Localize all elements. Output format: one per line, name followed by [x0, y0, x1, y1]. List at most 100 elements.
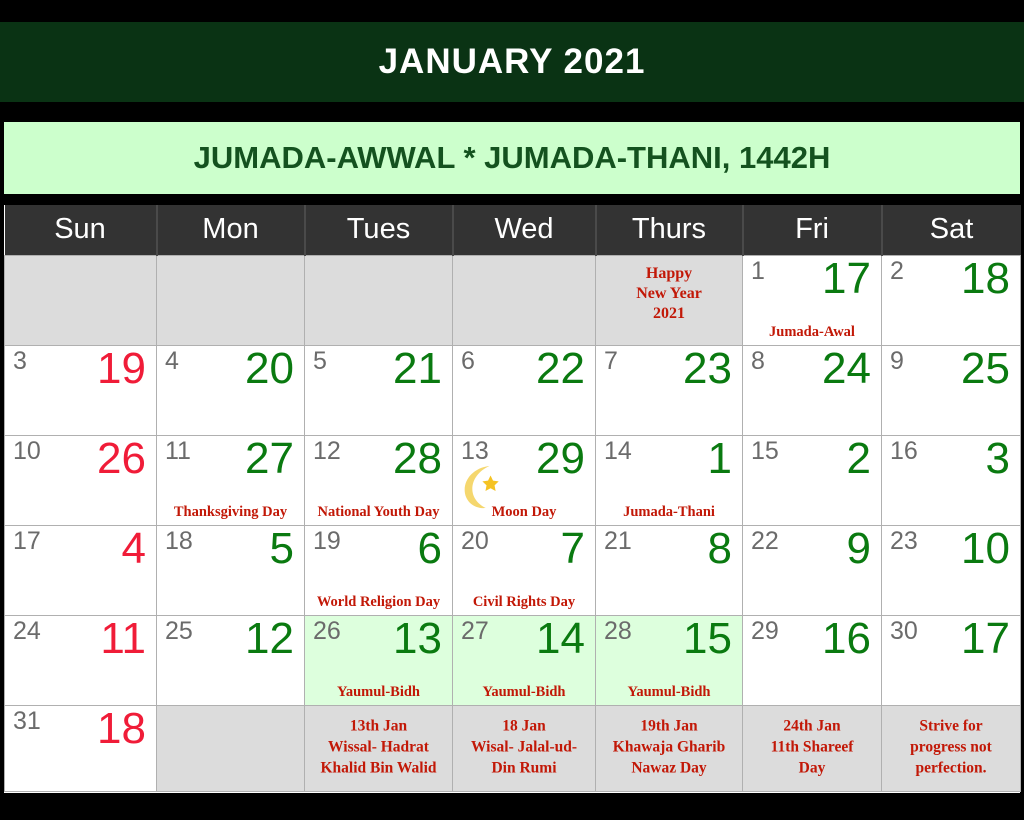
day-cell[interactable]: 22 9: [742, 523, 882, 616]
empty-day-cell[interactable]: [452, 254, 596, 346]
hijri-date: 1: [707, 433, 732, 483]
day-cell[interactable]: 26 13 Yaumul-Bidh: [304, 613, 453, 706]
hijri-date: 4: [121, 523, 146, 573]
gregorian-date: 19: [313, 526, 341, 555]
hijri-date: 16: [822, 613, 871, 663]
hijri-date: 9: [846, 523, 871, 573]
hijri-date: 8: [707, 523, 732, 573]
day-cell[interactable]: 15 2: [742, 434, 882, 526]
month-banner: JANUARY 2021: [0, 22, 1024, 102]
hijri-date: 17: [961, 613, 1010, 663]
note-label: 19th Jan Khawaja Gharib Nawaz Day: [612, 717, 726, 777]
notes-cell[interactable]: 18 Jan Wisal- Jalal-ud- Din Rumi: [452, 704, 596, 792]
calendar-page: JANUARY 2021 JUMADA-AWWAL * JUMADA-THANI…: [0, 0, 1024, 820]
note-label: 24th Jan 11th Shareef Day: [770, 717, 854, 777]
hijri-date: 13: [393, 613, 442, 663]
calendar-grid-wrapper: Sun Mon Tues Wed Thurs Fri Sat Happy New …: [4, 205, 1021, 793]
day-cell[interactable]: 13 29 Moon Day: [452, 433, 596, 526]
hijri-banner: JUMADA-AWWAL * JUMADA-THANI, 1442H: [4, 122, 1020, 194]
day-cell[interactable]: 31 18: [4, 703, 157, 792]
notes-cell[interactable]: 24th Jan 11th Shareef Day: [742, 704, 882, 792]
gregorian-date: 15: [751, 436, 779, 465]
empty-day-cell[interactable]: [304, 254, 453, 346]
day-cell[interactable]: 17 4: [4, 523, 157, 616]
gregorian-date: 6: [461, 346, 475, 375]
calendar-notes-row: 31 18 13th Jan Wissal- Hadrat Khalid Bin Wal…: [4, 703, 1021, 792]
gregorian-date: 17: [13, 526, 41, 555]
notes-cell[interactable]: Strive for progress not perfection.: [881, 704, 1021, 792]
day-cell[interactable]: 11 27 Thanksgiving Day: [156, 434, 305, 526]
gregorian-date: 30: [890, 616, 918, 645]
day-cell[interactable]: 12 28 National Youth Day: [304, 433, 453, 526]
day-cell[interactable]: 29 16: [742, 613, 882, 706]
day-cell[interactable]: 6 22: [452, 343, 596, 436]
hijri-date: 10: [961, 523, 1010, 573]
empty-day-cell[interactable]: [4, 254, 157, 346]
day-cell[interactable]: 16 3: [881, 434, 1021, 526]
day-cell[interactable]: 19 6 World Religion Day: [304, 523, 453, 616]
calendar-week-row: 3 19 4 20 5 21 6 22 7 23 8 24 9 25: [4, 343, 1021, 436]
day-cell[interactable]: 4 20: [156, 343, 305, 436]
day-cell[interactable]: 20 7 Civil Rights Day: [452, 524, 596, 616]
hijri-date: 12: [245, 613, 294, 663]
hijri-date: 5: [269, 523, 294, 573]
gregorian-date: 11: [165, 436, 191, 465]
day-cell[interactable]: 27 14 Yaumul-Bidh: [452, 613, 596, 706]
event-label: Yaumul-Bidh: [627, 684, 711, 701]
day-cell[interactable]: 24 11: [4, 614, 157, 706]
gregorian-date: 16: [890, 436, 918, 465]
empty-day-cell[interactable]: Happy New Year 2021: [595, 254, 743, 346]
day-cell[interactable]: 18 5: [156, 523, 305, 616]
day-cell[interactable]: 8 24: [742, 344, 882, 436]
event-label: World Religion Day: [316, 594, 441, 611]
gregorian-date: 26: [313, 616, 341, 645]
day-cell[interactable]: 7 23: [595, 344, 743, 436]
notes-cell[interactable]: 19th Jan Khawaja Gharib Nawaz Day: [595, 704, 743, 792]
gregorian-date: 7: [604, 346, 618, 375]
hijri-date: 29: [536, 433, 585, 483]
notes-cell[interactable]: [156, 704, 305, 792]
gregorian-date: 14: [604, 436, 632, 465]
calendar-week-row: 10 26 11 27 Thanksgiving Day 12 28 National You…: [4, 433, 1021, 526]
gregorian-date: 13: [461, 436, 489, 465]
gregorian-date: 3: [13, 346, 27, 375]
day-cell[interactable]: 218: [595, 523, 743, 616]
hijri-date: 6: [417, 523, 442, 573]
gregorian-date: 28: [604, 616, 632, 645]
hijri-date: 14: [536, 613, 585, 663]
gregorian-date: 1: [751, 256, 765, 285]
event-label: Thanksgiving Day: [173, 504, 288, 521]
hijri-date: 22: [536, 343, 585, 393]
day-cell[interactable]: 14 1 Jumada-Thani: [595, 433, 743, 526]
day-cell[interactable]: 3 19: [4, 344, 157, 436]
calendar-week-row: 17 4 18 5 19 6 World Religion Day 20 7 Civil Righ…: [4, 523, 1021, 616]
day-cell[interactable]: 218: [881, 253, 1021, 346]
day-cell[interactable]: 5 21: [304, 343, 453, 436]
gregorian-date: 20: [461, 526, 489, 555]
empty-day-cell[interactable]: [156, 254, 305, 346]
gregorian-date: 24: [13, 616, 41, 645]
hijri-date: 20: [245, 343, 294, 393]
day-cell[interactable]: 30 17: [881, 613, 1021, 706]
hijri-date: 18: [961, 253, 1010, 303]
hijri-date: 18: [97, 703, 146, 753]
day-cell[interactable]: 23 10: [881, 523, 1021, 616]
hijri-date: 21: [393, 343, 442, 393]
day-cell[interactable]: 25 12: [156, 613, 305, 706]
note-label: 18 Jan Wisal- Jalal-ud- Din Rumi: [470, 717, 578, 777]
event-label: Jumada-Awal: [769, 324, 855, 341]
event-label: Yaumul-Bidh: [482, 684, 566, 701]
day-cell[interactable]: 28 15 Yaumul-Bidh: [595, 614, 743, 706]
crescent-moon-icon: [457, 462, 503, 510]
hijri-month-title: JUMADA-AWWAL * JUMADA-THANI, 1442H: [193, 140, 831, 175]
hijri-date: 28: [393, 433, 442, 483]
month-year-title: JANUARY 2021: [378, 42, 646, 81]
day-cell[interactable]: 10 26: [4, 434, 157, 526]
gregorian-date: 27: [461, 616, 489, 645]
hijri-date: 25: [961, 343, 1010, 393]
gregorian-date: 10: [13, 436, 41, 465]
notes-cell[interactable]: 13th Jan Wissal- Hadrat Khalid Bin Walid: [304, 704, 453, 792]
day-cell[interactable]: 1 17 Jumada-Awal: [742, 254, 882, 346]
day-cell[interactable]: 9 25: [881, 343, 1021, 436]
event-label: Jumada-Thani: [623, 504, 715, 521]
